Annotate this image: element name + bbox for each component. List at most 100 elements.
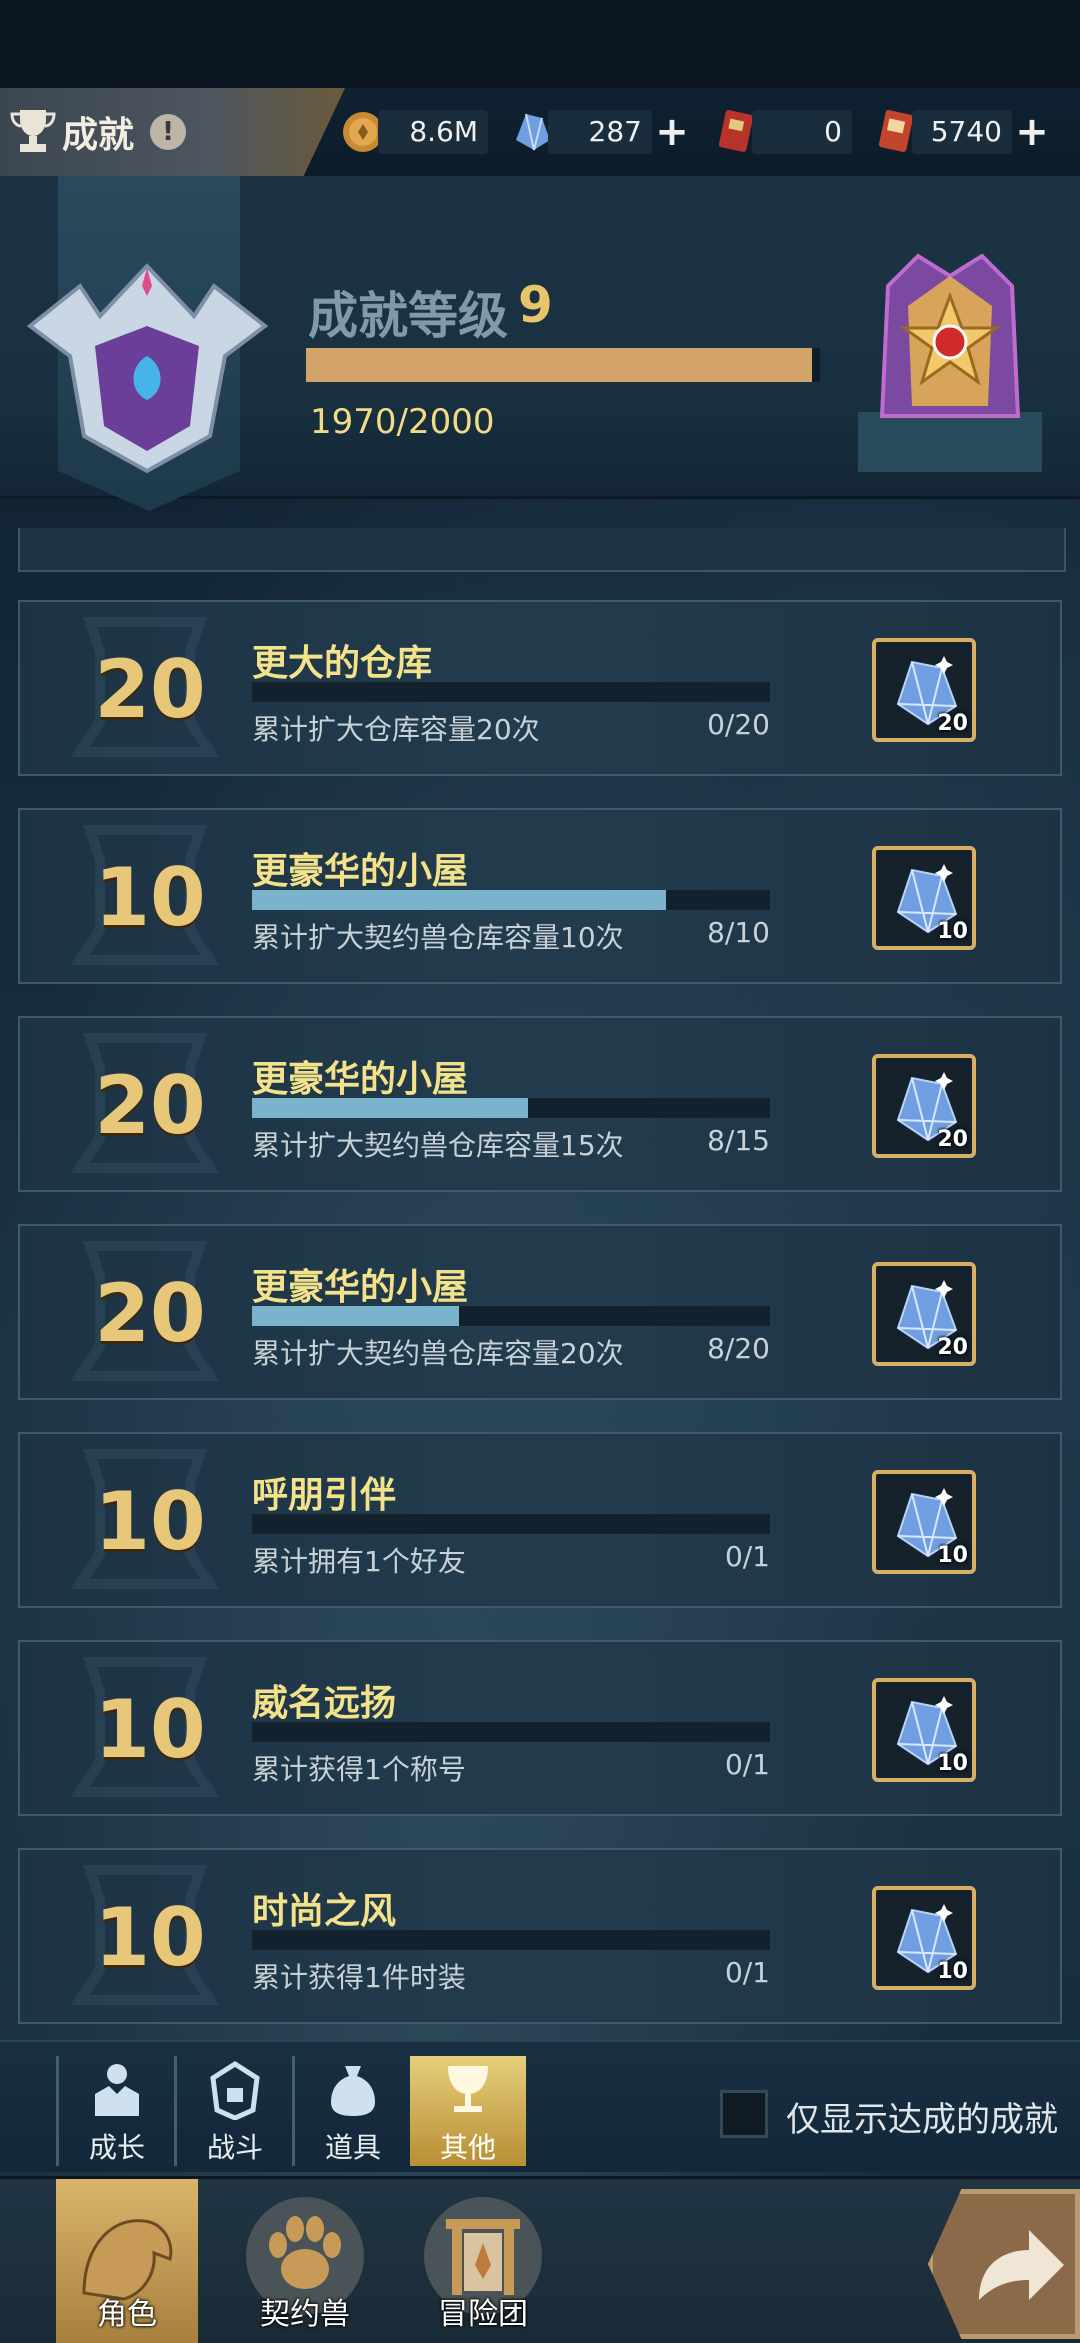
battle-helmet-icon [210, 2061, 260, 2121]
trophy-icon [10, 110, 56, 152]
reward-slot[interactable]: 20 [872, 1262, 976, 1366]
list-item[interactable]: 10 呼朋引伴 累计拥有1个好友 0/1 10 [18, 1432, 1062, 1608]
gold-value: 8.6M [378, 110, 488, 154]
ticket-card-value: 5740 [912, 110, 1012, 154]
list-item[interactable]: 10 时尚之风 累计获得1件时装 0/1 10 [18, 1848, 1062, 2024]
level-progress-bar [306, 348, 820, 382]
achievement-progress-fill [252, 1306, 460, 1326]
achievement-points: 10 [94, 1891, 206, 1984]
tab-label: 战斗 [206, 2131, 263, 2164]
next-rank-badge-icon[interactable] [858, 246, 1042, 436]
achievement-progress-text: 8/20 [707, 1332, 770, 1365]
go-button[interactable] [928, 2189, 1080, 2339]
achievement-progress-bar [252, 1306, 770, 1326]
add-ticket-button[interactable]: + [1012, 112, 1052, 152]
list-item[interactable]: 20 更豪华的小屋 累计扩大契约兽仓库容量20次 8/20 20 [18, 1224, 1062, 1400]
achievement-points: 20 [94, 1267, 206, 1360]
list-item[interactable]: 10 更豪华的小屋 累计扩大契约兽仓库容量10次 8/10 10 [18, 808, 1062, 984]
level-value: 9 [518, 276, 553, 334]
achievement-name: 更大的仓库 [252, 643, 433, 684]
achievement-description: 累计扩大契约兽仓库容量20次 [252, 1337, 624, 1370]
tab-battle[interactable]: 战斗 [174, 2056, 293, 2166]
reward-slot[interactable]: 10 [872, 1470, 976, 1574]
achievement-progress-text: 0/20 [707, 708, 770, 741]
reward-quantity: 10 [937, 919, 968, 944]
info-icon[interactable]: ! [150, 114, 186, 150]
achievement-name: 时尚之风 [252, 1891, 397, 1932]
reward-quantity: 20 [937, 1127, 968, 1152]
rank-crest-icon [26, 263, 269, 474]
reward-slot[interactable]: 20 [872, 1054, 976, 1158]
tab-items[interactable]: 道具 [292, 2056, 411, 2166]
page-title: 成就 [62, 115, 135, 156]
achievement-description: 累计拥有1个好友 [252, 1545, 466, 1578]
show-completed-checkbox[interactable] [720, 2090, 768, 2138]
achievement-progress-bar [252, 1930, 770, 1950]
tab-label: 道具 [324, 2131, 381, 2164]
reward-quantity: 20 [937, 1335, 968, 1360]
list-item[interactable]: 20 更豪华的小屋 累计扩大契约兽仓库容量15次 8/15 20 [18, 1016, 1062, 1192]
tab-label: 其他 [439, 2131, 496, 2164]
goblet-icon [448, 2066, 488, 2112]
achievement-progress-fill [252, 1098, 529, 1118]
nav-character[interactable]: 角色 [56, 2179, 198, 2343]
achievement-progress-bar [252, 1514, 770, 1534]
nav-label: 契约兽 [260, 2297, 350, 2332]
achievement-progress-bar [252, 1098, 770, 1118]
status-bar [0, 0, 1080, 88]
achievement-progress-text: 0/1 [724, 1956, 770, 1989]
list-item[interactable]: 20 更大的仓库 累计扩大仓库容量20次 0/20 20 [18, 600, 1062, 776]
achievement-progress-text: 8/15 [707, 1124, 770, 1157]
achievement-description: 累计扩大仓库容量20次 [252, 713, 540, 746]
achievement-name: 呼朋引伴 [252, 1475, 397, 1516]
achievement-progress-bar [252, 1722, 770, 1742]
achievement-progress-text: 0/1 [724, 1748, 770, 1781]
achievement-name: 更豪华的小屋 [252, 851, 469, 892]
tab-other[interactable]: 其他 [410, 2056, 526, 2166]
achievement-progress-bar [252, 682, 770, 702]
add-crystal-button[interactable]: + [652, 112, 692, 152]
reward-slot[interactable]: 10 [872, 846, 976, 950]
achievement-points: 10 [94, 851, 206, 944]
achievement-points: 10 [94, 1475, 206, 1568]
red-card-value: 0 [752, 110, 852, 154]
achievement-points: 10 [94, 1683, 206, 1776]
nav-label: 角色 [97, 2297, 157, 2332]
achievement-progress-fill [252, 890, 667, 910]
level-label: 成就等级 [308, 287, 508, 345]
reward-slot[interactable]: 20 [872, 638, 976, 742]
reward-quantity: 10 [937, 1543, 968, 1568]
tab-growth[interactable]: 成长 [56, 2056, 175, 2166]
nav-label: 冒险团 [438, 2297, 528, 2332]
item-bag-icon [331, 2066, 375, 2116]
bottom-navigation: 角色 契约兽 冒险团 [0, 2176, 1080, 2343]
achievement-description: 累计扩大契约兽仓库容量10次 [252, 921, 624, 954]
reward-slot[interactable]: 10 [872, 1886, 976, 1990]
nav-adventure[interactable]: 冒险团 [412, 2179, 554, 2343]
category-tab-bar: 成长 战斗 道具 其他 仅显示达成的成就 [0, 2040, 1080, 2172]
achievement-name: 更豪华的小屋 [252, 1267, 469, 1308]
reward-slot[interactable]: 10 [872, 1678, 976, 1782]
reward-quantity: 10 [937, 1751, 968, 1776]
achievement-list[interactable]: 20 更大的仓库 累计扩大仓库容量20次 0/20 20 10 更豪华的小屋 累… [0, 528, 1080, 2028]
list-item[interactable]: 10 威名远扬 累计获得1个称号 0/1 10 [18, 1640, 1062, 1816]
list-item-partial [18, 528, 1066, 572]
level-progress-fill [306, 348, 813, 382]
achievement-name: 威名远扬 [252, 1683, 397, 1724]
top-resource-bar: 成就 ! 8.6M 287 + 0 5740 + [0, 88, 1080, 178]
achievement-points: 20 [94, 1059, 206, 1152]
crystal-value: 287 [548, 110, 652, 154]
achievement-progress-text: 8/10 [707, 916, 770, 949]
reward-quantity: 20 [937, 711, 968, 736]
level-progress-text: 1970/2000 [310, 402, 495, 442]
nav-beasts[interactable]: 契约兽 [234, 2179, 376, 2343]
achievement-description: 累计获得1个称号 [252, 1753, 466, 1786]
achievement-description: 累计获得1件时装 [252, 1961, 466, 1994]
achievement-level-panel: 成就等级 9 1970/2000 [0, 176, 1080, 511]
tab-label: 成长 [88, 2131, 145, 2164]
growth-icon [95, 2064, 139, 2116]
achievement-progress-text: 0/1 [724, 1540, 770, 1573]
show-completed-label[interactable]: 仅显示达成的成就 [786, 2092, 1058, 2141]
reward-quantity: 10 [937, 1959, 968, 1984]
arrow-forward-icon [979, 2230, 1064, 2300]
